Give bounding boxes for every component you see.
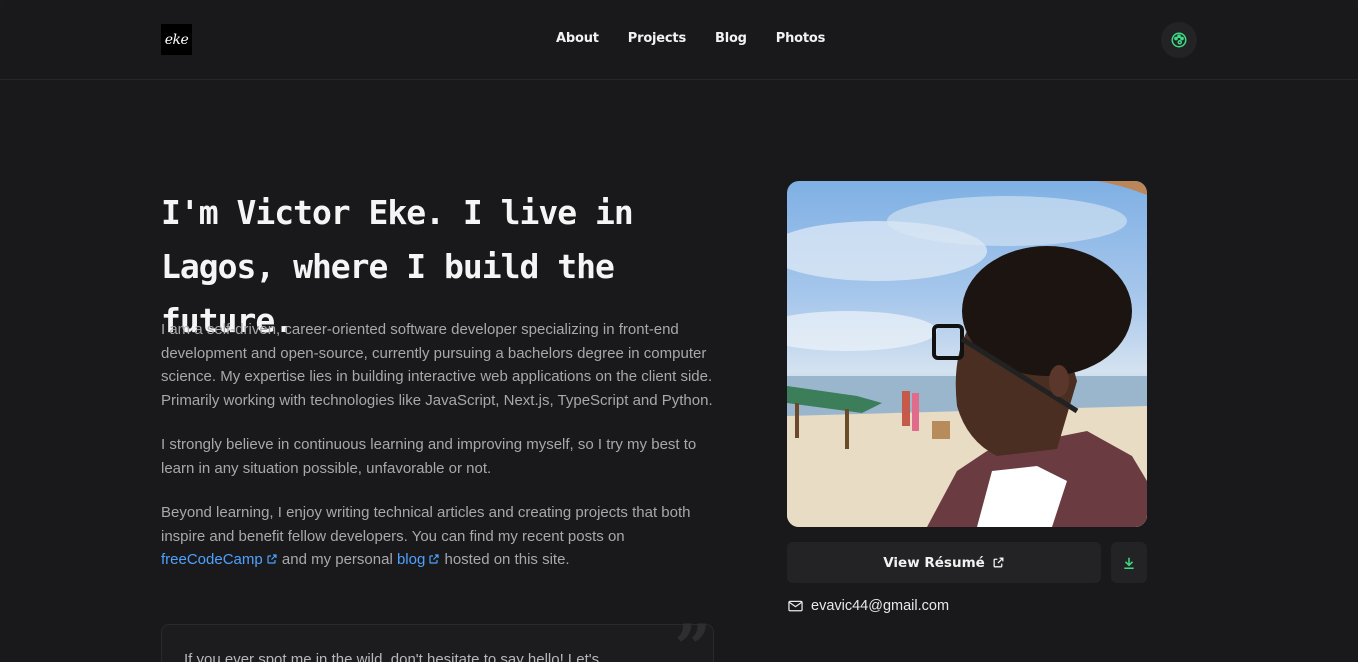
profile-photo-illustration: [787, 181, 1147, 527]
palette-icon: [1171, 32, 1187, 48]
blog-link-label: blog: [396, 551, 426, 568]
bio-paragraph: Beyond learning, I enjoy writing technic…: [161, 501, 721, 572]
bio-section: I am a self-driven, career-oriented soft…: [161, 318, 721, 593]
bio-text: hosted on this site.: [444, 551, 570, 568]
theme-toggle-button[interactable]: [1161, 22, 1197, 58]
mail-icon: [788, 600, 803, 612]
freecodecamp-link[interactable]: freeCodeCamp: [161, 551, 278, 568]
download-resume-button[interactable]: [1111, 542, 1147, 583]
download-icon: [1124, 557, 1134, 569]
nav-photos[interactable]: Photos: [776, 31, 826, 46]
nav-about[interactable]: About: [556, 31, 599, 46]
view-resume-button[interactable]: View Résumé: [787, 542, 1101, 583]
nav-blog[interactable]: Blog: [715, 31, 747, 46]
nav-projects[interactable]: Projects: [628, 31, 686, 46]
view-resume-label: View Résumé: [883, 554, 985, 571]
quote-card: ” If you ever spot me in the wild, don't…: [161, 617, 714, 662]
external-link-icon: [993, 557, 1004, 568]
email-row[interactable]: evavic44@gmail.com: [788, 598, 949, 614]
bio-paragraph: I strongly believe in continuous learnin…: [161, 436, 697, 477]
external-link-icon: [429, 554, 439, 564]
blog-link[interactable]: blog: [397, 551, 440, 568]
email-address: evavic44@gmail.com: [811, 598, 950, 614]
bio-paragraph: I am a self-driven, career-oriented soft…: [161, 321, 713, 409]
bio-text: and my personal: [281, 551, 393, 568]
bio-text: Beyond learning, I enjoy writing technic…: [161, 504, 691, 545]
site-header: eke About Projects Blog Photos: [0, 0, 1358, 80]
quote-mark-icon: ”: [674, 611, 711, 662]
external-link-icon: [267, 554, 277, 564]
site-logo[interactable]: eke: [161, 24, 192, 55]
profile-photo: [787, 181, 1147, 527]
browser-window: eke About Projects Blog Photos I'm Victo…: [0, 0, 1358, 662]
main-nav: About Projects Blog Photos: [556, 31, 825, 46]
quote-text: If you ever spot me in the wild, don't h…: [184, 651, 600, 662]
freecodecamp-link-label: freeCodeCamp: [161, 551, 263, 568]
